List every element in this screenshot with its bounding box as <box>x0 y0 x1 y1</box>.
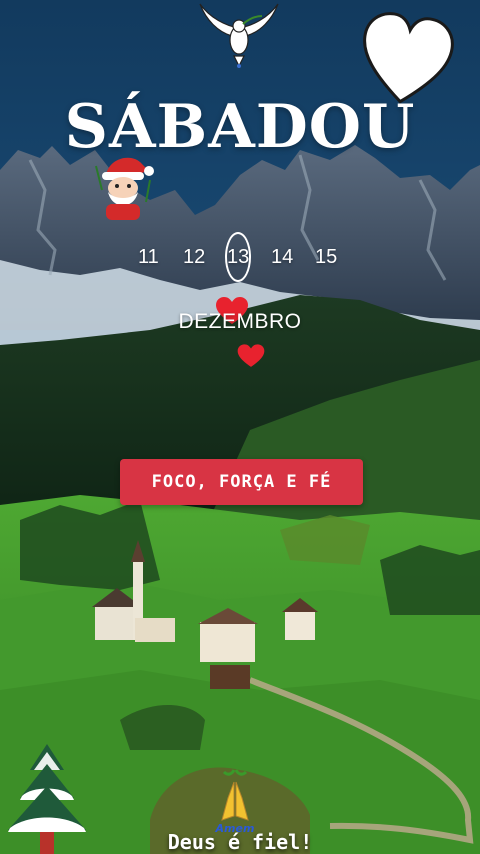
calendar-day: 14 <box>271 246 294 268</box>
heart-icon <box>237 344 265 367</box>
dove-icon <box>199 3 279 68</box>
calendar-day: 11 <box>138 246 159 268</box>
page-title: SÁBADOU <box>64 92 416 162</box>
month-label: DEZEMBRO <box>178 310 302 333</box>
footer-caption: Deus é fiel! <box>167 830 313 854</box>
motto-banner: FOCO, FORÇA E FÉ <box>120 459 363 505</box>
calendar-day: 12 <box>183 246 206 268</box>
story-canvas: SÁBADOU 11 12 13 14 15 DEZEMBRO FOCO, FO… <box>0 0 480 854</box>
selected-day-ring <box>225 232 251 282</box>
motto-label: FOCO, FORÇA E FÉ <box>151 472 332 492</box>
santa-icon <box>95 157 154 220</box>
praying-hands-icon: Amem <box>215 769 254 835</box>
calendar-day: 15 <box>315 246 338 268</box>
